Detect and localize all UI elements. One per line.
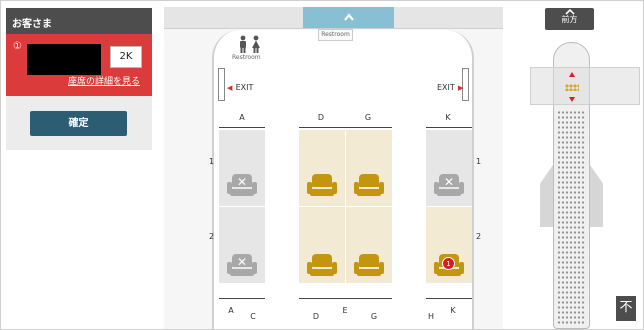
passenger-panel-title: お客さま [6,8,152,34]
seat-occupied-icon: ✕ [434,174,464,196]
restroom-label: Restroom [232,54,261,61]
column-label-c-lower: C [250,312,256,321]
passenger-seat-value: 2K [110,46,142,68]
front-button-label: 前方 [561,15,578,24]
exit-left: ◀ EXIT [227,82,253,93]
seat-1g[interactable] [346,130,392,206]
seat-available-icon [307,174,337,196]
exit-arrow-left-icon: ◀ [227,84,233,92]
column-label-g-lower: G [370,312,378,321]
column-label-h-lower: H [427,312,434,321]
divider-line [219,298,265,299]
mini-map-exit-marker-icon [569,97,575,102]
seat-2k-selected[interactable]: 1 [426,207,472,283]
restroom-icon [234,35,266,55]
column-label-k-lower: K [450,306,456,315]
row-label-1-right: 1 [476,157,482,166]
exit-right-label: EXIT [437,83,455,92]
passenger-name-redacted [27,44,101,75]
front-button[interactable]: 前方 [545,8,594,30]
seat-occupied-icon: ✕ [227,174,257,196]
exit-door-left [218,68,225,101]
seat-1a[interactable]: ✕ [219,130,265,206]
restroom-tag: Restroom [318,29,353,41]
seat-available-icon [354,254,384,276]
row-label-2-left: 2 [209,232,215,241]
row-label-2-right: 2 [476,232,482,241]
mini-map-premium-seats [565,84,579,91]
column-label-g: G [364,113,372,122]
seat-occupied-icon: ✕ [227,254,257,276]
divider-line [299,127,392,128]
divider-line [299,298,392,299]
seat-details-link[interactable]: 座席の詳細を見る [68,74,140,87]
scroll-up-button[interactable] [303,7,394,28]
passenger-number: ① [13,41,22,52]
column-label-k: K [445,113,451,122]
divider-line [426,127,472,128]
seat-available-icon [307,254,337,276]
column-label-d: D [317,113,325,122]
seat-1k[interactable]: ✕ [426,130,472,206]
scroll-to-top-button[interactable]: 不 [616,296,636,321]
mini-map-seat-dots [557,110,586,325]
selected-passenger-badge: 1 [442,257,455,270]
column-label-a-lower: A [228,306,234,315]
row-label-1-left: 1 [209,157,215,166]
seat-2a[interactable]: ✕ [219,207,265,283]
mini-map-exit-marker-icon [569,72,575,77]
seat-available-icon [354,174,384,196]
seat-2d[interactable] [299,207,345,283]
divider-line [219,127,265,128]
seat-2g[interactable] [346,207,392,283]
confirm-button[interactable]: 確定 [30,111,127,136]
divider-line [426,298,472,299]
column-label-d-lower: D [312,312,320,321]
mini-map-viewport[interactable] [530,67,640,105]
column-label-a: A [239,113,245,122]
exit-left-label: EXIT [235,83,254,92]
seat-1d[interactable] [299,130,345,206]
exit-arrow-right-icon: ▶ [457,84,464,92]
chevron-up-icon [343,13,354,21]
exit-right: EXIT ▶ [437,82,463,93]
column-label-e-lower: E [342,306,348,315]
